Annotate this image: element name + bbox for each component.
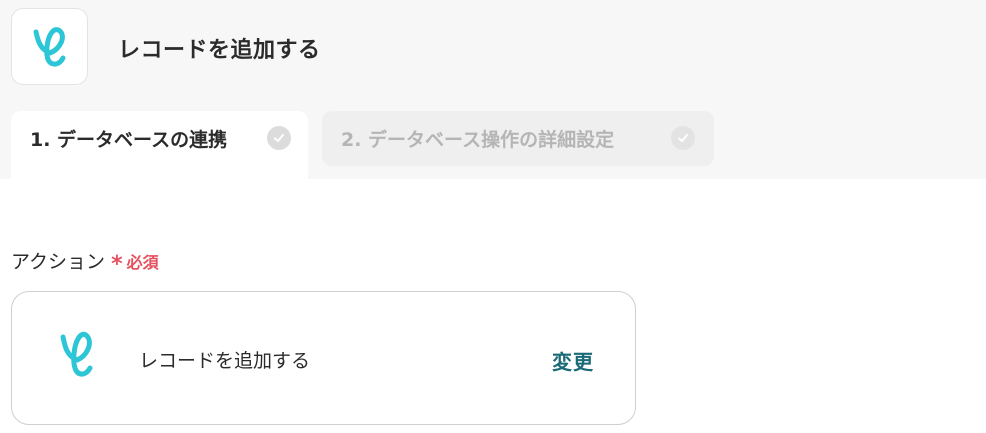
yoom-logo-icon bbox=[60, 331, 93, 377]
required-asterisk: * bbox=[111, 252, 123, 277]
check-circle-icon bbox=[267, 126, 291, 150]
yoom-logo-icon bbox=[33, 26, 65, 67]
app-icon-container bbox=[11, 8, 88, 85]
header-area: レコードを追加する 1. データベースの連携 2. データベース操作の詳細設定 bbox=[0, 0, 986, 179]
tab-label: 1. データベースの連携 bbox=[30, 128, 228, 151]
tab-database-connection[interactable]: 1. データベースの連携 bbox=[11, 111, 308, 179]
tab-database-operation-settings[interactable]: 2. データベース操作の詳細設定 bbox=[322, 111, 714, 166]
required-badge: 必須 bbox=[126, 253, 159, 272]
change-action-button[interactable]: 変更 bbox=[552, 346, 594, 375]
selected-action-card: レコードを追加する 変更 bbox=[11, 291, 636, 425]
selected-action-label: レコードを追加する bbox=[139, 350, 311, 372]
page-title: レコードを追加する bbox=[118, 38, 321, 63]
action-label-text: アクション bbox=[11, 251, 106, 273]
action-field-label: アクション * 必須 bbox=[11, 247, 159, 277]
tab-label: 2. データベース操作の詳細設定 bbox=[341, 129, 615, 151]
check-circle-icon bbox=[671, 126, 695, 150]
